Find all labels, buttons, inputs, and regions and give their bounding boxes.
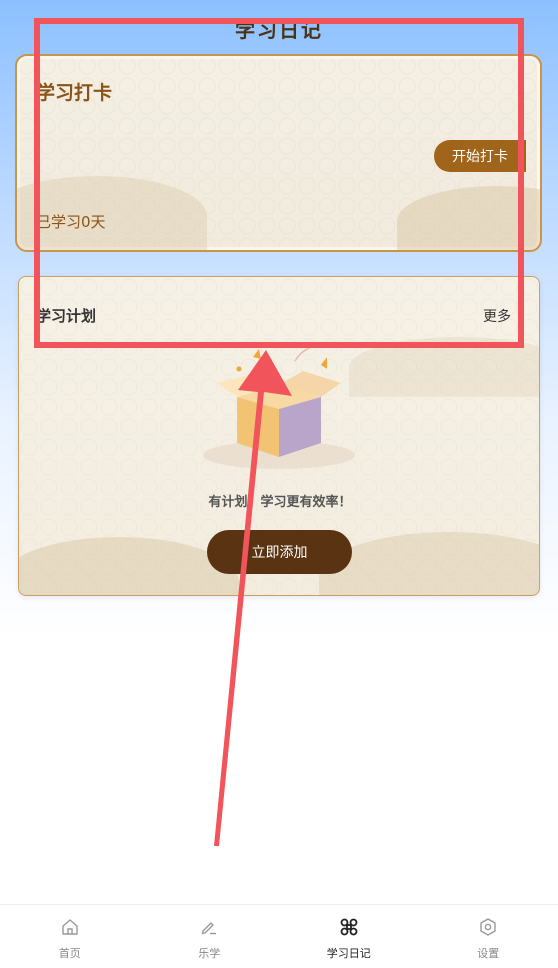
- checkin-card: 学习打卡 开始打卡 已学习0天: [15, 54, 542, 252]
- nav-label: 设置: [477, 947, 500, 960]
- nav-item-study-diary[interactable]: 学习日记: [279, 905, 418, 968]
- start-checkin-button[interactable]: 开始打卡: [434, 140, 526, 172]
- mountain-decoration: [19, 537, 239, 595]
- home-icon: [62, 919, 78, 935]
- plan-title: 学习计划: [36, 307, 97, 325]
- pen-icon: [202, 922, 217, 935]
- bottom-nav: 首页 乐学 学习日记 设置: [0, 904, 558, 968]
- mountain-decoration: [397, 186, 540, 250]
- command-icon: [340, 918, 358, 936]
- study-plan-card: 学习计划 更多 有计划，学习更有效率！ 立即添加: [18, 276, 540, 596]
- page-title: 学习日记: [235, 18, 323, 42]
- nav-label: 首页: [58, 947, 81, 960]
- studied-days-text: 已学习0天: [36, 213, 106, 231]
- plan-slogan: 有计划，学习更有效率！: [208, 495, 352, 510]
- nav-label: 乐学: [198, 947, 221, 960]
- mountain-decoration: [349, 337, 539, 397]
- more-link[interactable]: 更多: [483, 306, 511, 326]
- nav-item-lexue[interactable]: 乐学: [140, 905, 279, 968]
- checkin-title: 学习打卡: [36, 82, 113, 104]
- nav-item-settings[interactable]: 设置: [419, 905, 558, 968]
- nav-label: 学习日记: [326, 947, 371, 960]
- nav-item-home[interactable]: 首页: [0, 905, 139, 968]
- gear-icon: [480, 918, 496, 936]
- add-plan-button[interactable]: 立即添加: [207, 530, 352, 574]
- gift-box-illustration: [203, 344, 355, 469]
- mountain-decoration: [319, 532, 539, 595]
